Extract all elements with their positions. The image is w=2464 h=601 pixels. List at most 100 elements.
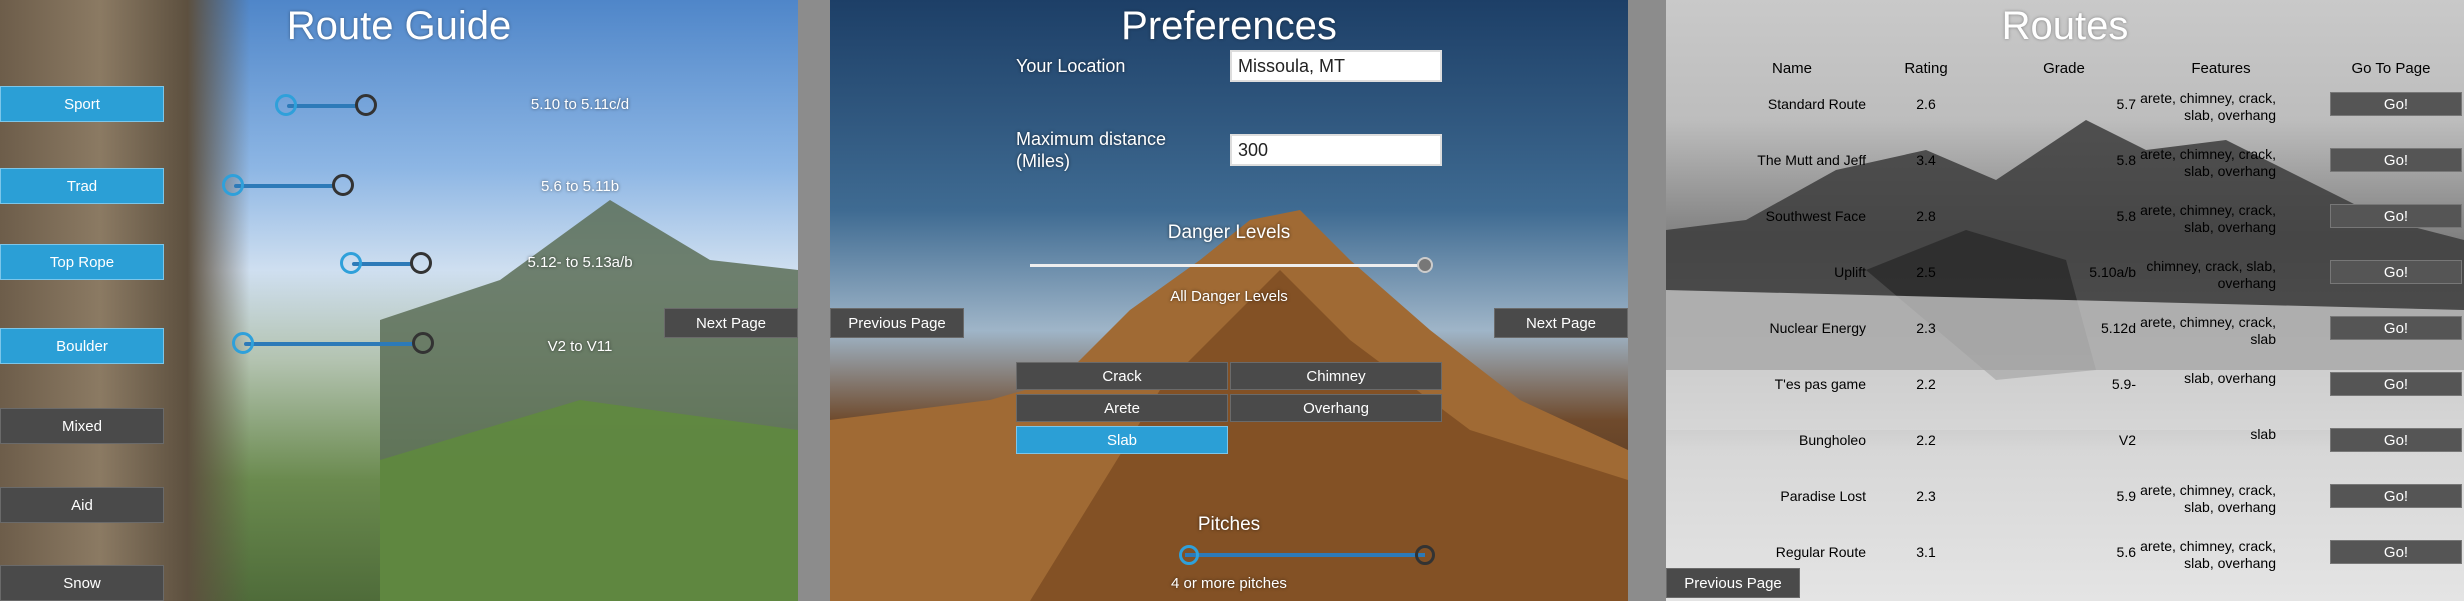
feature-toggle-chimney[interactable]: Chimney — [1230, 362, 1442, 390]
table-row: Standard Route 2.6 5.7 arete, chimney, crac… — [1666, 88, 2464, 144]
panel-gap — [1628, 0, 1666, 601]
route-name: T'es pas game — [1774, 376, 1866, 392]
danger-slider-thumb[interactable] — [1417, 257, 1433, 273]
danger-level-value: All Danger Levels — [1170, 288, 1288, 305]
go-to-route-button[interactable]: Go! — [2330, 484, 2462, 508]
go-to-route-button[interactable]: Go! — [2330, 316, 2462, 340]
climb-type-button-aid[interactable]: Aid — [0, 487, 164, 523]
table-row: Uplift 2.5 5.10a/b chimney, crack, slab, ov… — [1666, 256, 2464, 312]
climb-type-button-trad[interactable]: Trad — [0, 168, 164, 204]
next-page-button[interactable]: Next Page — [1494, 308, 1628, 338]
carabiner-icon — [412, 332, 434, 354]
route-features: arete, chimney, crack, slab — [2140, 314, 2276, 347]
go-to-route-button[interactable]: Go! — [2330, 92, 2462, 116]
location-input[interactable]: Missoula, MT — [1230, 50, 1442, 82]
carabiner-icon — [332, 174, 354, 196]
feature-toggle-slab[interactable]: Slab — [1016, 426, 1228, 454]
go-to-route-button[interactable]: Go! — [2330, 428, 2462, 452]
carabiner-icon — [275, 94, 297, 116]
route-name: Uplift — [1834, 264, 1866, 280]
quickdraw-icon — [244, 342, 414, 346]
page-title: Preferences — [1121, 4, 1337, 48]
route-rating: 2.3 — [1916, 320, 1936, 336]
route-features: arete, chimney, crack, slab, overhang — [2140, 90, 2276, 123]
previous-page-button[interactable]: Previous Page — [830, 308, 964, 338]
carabiner-icon — [222, 174, 244, 196]
danger-slider-track[interactable] — [1030, 257, 1433, 273]
routes-screen: Routes Name Rating Grade Features Go To … — [1666, 0, 2464, 601]
route-name: The Mutt and Jeff — [1757, 152, 1866, 168]
location-label: Your Location — [1016, 56, 1126, 76]
route-name: Paradise Lost — [1780, 488, 1866, 504]
column-header-go-to-page: Go To Page — [2351, 60, 2431, 77]
carabiner-icon — [232, 332, 254, 354]
route-features: arete, chimney, crack, slab, overhang — [2140, 538, 2276, 571]
feature-toggle-arete[interactable]: Arete — [1016, 394, 1228, 422]
page-title: Route Guide — [286, 4, 512, 48]
quickdraw-icon — [234, 184, 334, 188]
grade-range-label: 5.12- to 5.13a/b — [527, 254, 633, 271]
route-grade: 5.9- — [2111, 376, 2136, 392]
route-rating: 2.2 — [1916, 432, 1936, 448]
grade-range-label: 5.10 to 5.11c/d — [530, 96, 630, 113]
go-to-route-button[interactable]: Go! — [2330, 148, 2462, 172]
pitches-value: 4 or more pitches — [1171, 575, 1287, 592]
route-rating: 2.2 — [1916, 376, 1936, 392]
table-row: Paradise Lost 2.3 5.9 arete, chimney, crack… — [1666, 480, 2464, 536]
carabiner-icon — [340, 252, 362, 274]
route-grade: 5.12d — [2100, 320, 2136, 336]
go-to-route-button[interactable]: Go! — [2330, 540, 2462, 564]
quickdraw-icon — [287, 104, 357, 108]
route-features: slab, overhang — [2184, 370, 2276, 386]
route-rating: 3.4 — [1916, 152, 1936, 168]
route-grade: 5.9 — [2116, 488, 2136, 504]
climb-type-button-sport[interactable]: Sport — [0, 86, 164, 122]
go-to-route-button[interactable]: Go! — [2330, 204, 2462, 228]
previous-page-button[interactable]: Previous Page — [1666, 568, 1800, 598]
table-row: Nuclear Energy 2.3 5.12d arete, chimney, cr… — [1666, 312, 2464, 368]
route-name: Regular Route — [1775, 544, 1866, 560]
route-name: Southwest Face — [1765, 208, 1866, 224]
go-to-route-button[interactable]: Go! — [2330, 372, 2462, 396]
route-rating: 2.6 — [1916, 96, 1936, 112]
route-rating: 3.1 — [1916, 544, 1936, 560]
table-row: Bungholeo 2.2 V2 slab Go! — [1666, 424, 2464, 480]
climb-type-button-snow[interactable]: Snow — [0, 565, 164, 601]
pitches-slider-fill — [1185, 553, 1425, 557]
preferences-screen: Preferences Your Location Missoula, MT M… — [830, 0, 1628, 601]
route-name: Bungholeo — [1799, 432, 1866, 448]
go-to-route-button[interactable]: Go! — [2330, 260, 2462, 284]
feature-toggle-overhang[interactable]: Overhang — [1230, 394, 1442, 422]
pitches-slider-thumb[interactable] — [1415, 545, 1435, 565]
route-name: Nuclear Energy — [1769, 320, 1867, 336]
climb-type-button-boulder[interactable]: Boulder — [0, 328, 164, 364]
table-row: The Mutt and Jeff 3.4 5.8 arete, chimney, c… — [1666, 144, 2464, 200]
pitches-slider[interactable] — [1179, 545, 1435, 565]
route-features: arete, chimney, crack, slab, overhang — [2140, 202, 2276, 235]
carabiner-icon — [1179, 545, 1199, 565]
route-features: arete, chimney, crack, slab, overhang — [2140, 146, 2276, 179]
climb-type-button-top-rope[interactable]: Top Rope — [0, 244, 164, 280]
route-rating: 2.8 — [1916, 208, 1936, 224]
climb-type-button-mixed[interactable]: Mixed — [0, 408, 164, 444]
grade-range-label: 5.6 to 5.11b — [540, 178, 620, 195]
route-grade: 5.8 — [2116, 152, 2136, 168]
column-header-name: Name — [1771, 60, 1812, 77]
next-page-button[interactable]: Next Page — [664, 308, 798, 338]
grade-range-label: V2 to V11 — [547, 338, 613, 355]
route-features: chimney, crack, slab, overhang — [2146, 258, 2276, 291]
route-grade: 5.7 — [2116, 96, 2136, 112]
route-features: arete, chimney, crack, slab, overhang — [2140, 482, 2276, 515]
route-guide-screen: Route Guide Sport 5.10 to 5.11c/d Trad 5.6 … — [0, 0, 798, 601]
route-grade: 5.10a/b — [2089, 264, 2136, 280]
feature-toggle-crack[interactable]: Crack — [1016, 362, 1228, 390]
carabiner-icon — [410, 252, 432, 274]
mountain-background — [830, 210, 1628, 601]
panel-gap — [798, 0, 830, 601]
page-title: Routes — [2001, 4, 2129, 48]
distance-input[interactable]: 300 — [1230, 134, 1442, 166]
pitches-label: Pitches — [1197, 514, 1261, 535]
route-grade: 5.6 — [2116, 544, 2136, 560]
route-rating: 2.5 — [1916, 264, 1936, 280]
route-grade: 5.8 — [2116, 208, 2136, 224]
